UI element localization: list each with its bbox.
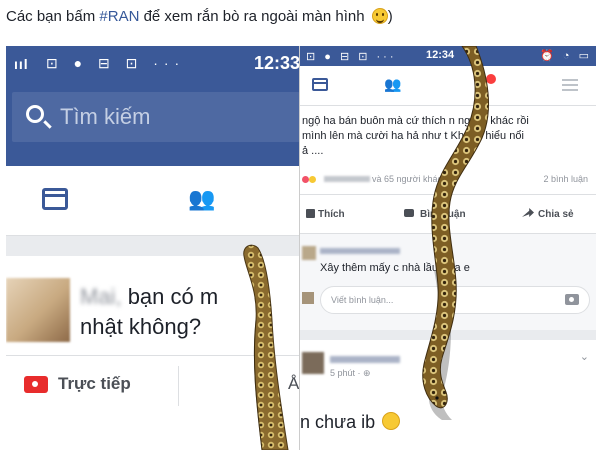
status-composer[interactable]: Mai, bạn có m nhật không? [6, 256, 300, 356]
right-phone-screenshot: ⊡ ● ⊟ ⊡ ··· 12:34 ⏰ ◔ ▭ 👥 ngộ ha bán buô… [299, 46, 596, 450]
post2-text: n chưa ib [300, 412, 401, 433]
system-icons: ⏰ ◔ ▭ [540, 50, 592, 62]
hashtag-link[interactable]: #RAN [99, 8, 139, 25]
news-feed-tab-icon[interactable] [42, 188, 68, 210]
author-avatar [302, 352, 324, 374]
share-button[interactable]: Chia sẻ [538, 209, 574, 220]
news-feed-tab-icon[interactable] [312, 78, 328, 91]
avatar [302, 292, 314, 304]
post-line: mình lên mà cười ha hả như t Không hiểu … [302, 130, 524, 142]
post-actions: Thích Bình luận Chia sẻ [300, 194, 596, 234]
left-phone-screenshot: ııl ⊡ ● ⊟ ⊡ ··· 12:33 Tìm kiếm 👥 Mai, bạ… [6, 46, 300, 450]
tab-bar: 👥 [6, 166, 300, 236]
commenter-avatar [302, 246, 316, 260]
post-line: ngộ ha bán buôn mà cứ thích n người khác… [302, 115, 529, 127]
share-icon [522, 208, 534, 217]
status-bar: ııl ⊡ ● ⊟ ⊡ ··· 12:33 [6, 46, 300, 82]
comment-button[interactable]: Bình luận [420, 209, 466, 220]
search-icon [26, 105, 44, 123]
avatar [6, 278, 70, 342]
camera-icon[interactable] [565, 294, 579, 305]
status-prompt: Mai, bạn có m nhật không? [80, 282, 300, 342]
caption-text-before: Các bạn bấm [6, 8, 100, 25]
comment-section: Xây thêm mấy c nhà lầu nữa e Viết bình l… [300, 234, 596, 330]
like-icon [306, 209, 315, 218]
cut-off-label: Å [288, 374, 300, 393]
smile-emoji-icon [371, 8, 388, 24]
composer-actions: Trực tiếp Å [6, 356, 300, 416]
post-line: ả .... [302, 145, 324, 157]
tab-bar: 👥 [300, 66, 596, 106]
signal-icon: ııl [14, 56, 29, 72]
reactions-bar[interactable]: và 65 người khác 2 bình luận [302, 174, 594, 190]
notification-icons: ⊡ ● ⊟ ⊡ ··· [46, 55, 186, 71]
post2-text-content: n chưa ib [300, 412, 376, 432]
search-placeholder: Tìm kiếm [60, 104, 151, 129]
live-video-icon [24, 376, 48, 393]
post-meta: 5 phút · ⊕ [330, 368, 371, 378]
reaction-icons [302, 176, 309, 183]
comment-text: Xây thêm mấy c nhà lầu nữa e [320, 262, 470, 274]
smile-emoji-icon [382, 412, 401, 430]
post-caption: Các bạn bấm #RAN để xem rắn bò ra ngoài … [6, 8, 393, 25]
reactions-text: và 65 người khác [372, 174, 442, 184]
search-input[interactable]: Tìm kiếm [12, 92, 300, 142]
caption-text-after: để xem rắn bò ra ngoài màn hình [139, 8, 369, 25]
author-name-blurred [330, 356, 400, 363]
comment-placeholder: Viết bình luận... [331, 295, 394, 305]
live-button[interactable]: Trực tiếp [58, 374, 131, 394]
section-divider [300, 330, 596, 340]
feed-post: 5 phút · ⊕ ⌄ n chưa ib [300, 340, 596, 450]
menu-icon[interactable] [562, 79, 578, 91]
action-separator [178, 366, 179, 406]
section-divider [6, 236, 300, 256]
reactor-names-blurred [323, 176, 370, 182]
notification-icons: ⊡ ● ⊟ ⊡ ··· [306, 51, 397, 63]
like-button[interactable]: Thích [318, 209, 345, 220]
notification-badge-icon[interactable] [486, 74, 496, 84]
comment-icon [404, 209, 414, 217]
friend-requests-tab-icon[interactable]: 👥 [188, 186, 215, 212]
friend-requests-tab-icon[interactable]: 👥 [384, 76, 401, 93]
comments-count[interactable]: 2 bình luận [543, 174, 588, 184]
caption-text-tail: ) [387, 8, 393, 25]
user-name-blurred: Mai, [80, 284, 122, 309]
post-text: ngộ ha bán buôn mà cứ thích n người khác… [302, 114, 592, 159]
status-time: 12:34 [426, 49, 455, 61]
search-header: Tìm kiếm [6, 82, 300, 166]
commenter-name-blurred [320, 248, 400, 254]
status-prompt-line2: nhật không? [80, 314, 202, 339]
status-prompt-line1: bạn có m [127, 284, 219, 309]
status-time: 12:33 [253, 53, 300, 73]
chevron-down-icon[interactable]: ⌄ [580, 350, 589, 363]
comment-input[interactable]: Viết bình luận... [320, 286, 590, 314]
status-bar: ⊡ ● ⊟ ⊡ ··· 12:34 ⏰ ◔ ▭ [300, 46, 596, 66]
